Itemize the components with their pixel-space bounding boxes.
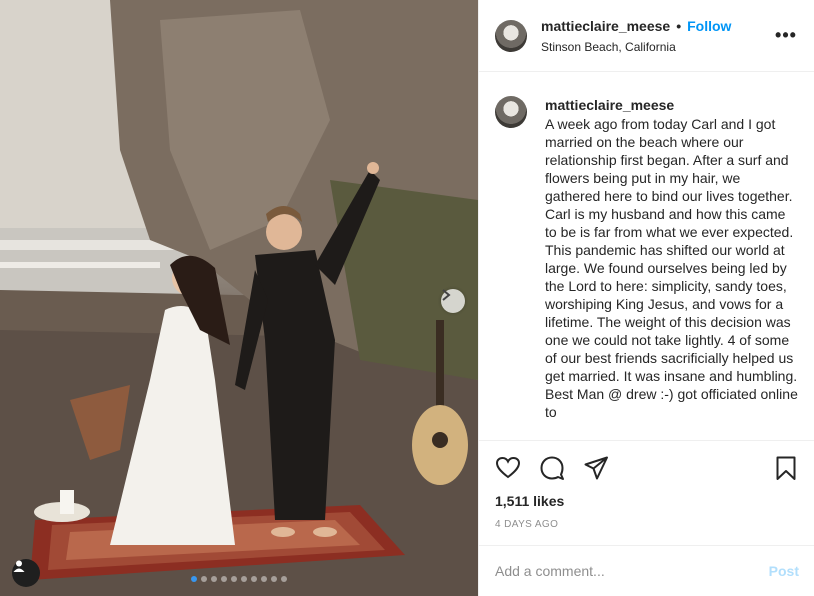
follow-button[interactable]: Follow [687, 18, 731, 34]
carousel-dot [241, 576, 247, 582]
caption: mattieclaire_meese A week ago from today… [545, 96, 798, 439]
post-actions: 1,511 likes 4 DAYS AGO [479, 440, 814, 530]
caption-username-link[interactable]: mattieclaire_meese [545, 96, 798, 114]
bookmark-icon[interactable] [773, 455, 799, 481]
carousel-dot [251, 576, 257, 582]
chevron-right-icon [442, 289, 451, 301]
wedding-photo-illustration [0, 0, 478, 596]
heart-icon[interactable] [495, 455, 521, 481]
post-comment-button[interactable]: Post [769, 563, 799, 579]
comments-section: mattieclaire_meese A week ago from today… [479, 72, 814, 439]
post-side-panel: mattieclaire_meese • Follow Stinson Beac… [478, 0, 814, 596]
comment-box: Post [479, 545, 814, 596]
action-icons-row [495, 455, 799, 481]
separator-dot: • [676, 17, 682, 34]
user-icon [13, 560, 25, 572]
caption-text: A week ago from today Carl and I got mar… [545, 116, 798, 420]
carousel-dot [191, 576, 197, 582]
avatar[interactable] [495, 19, 527, 52]
more-options-icon[interactable]: ••• [774, 25, 798, 46]
carousel-dot [201, 576, 207, 582]
post-photo[interactable] [0, 0, 478, 596]
carousel-dot [261, 576, 267, 582]
carousel-dot [211, 576, 217, 582]
carousel-indicator [0, 576, 478, 582]
comment-input[interactable] [495, 563, 769, 579]
post-timestamp[interactable]: 4 DAYS AGO [495, 519, 799, 530]
likes-count[interactable]: 1,511 likes [495, 493, 799, 509]
carousel-dot [231, 576, 237, 582]
carousel-dot [271, 576, 277, 582]
share-icon[interactable] [583, 455, 609, 481]
caption-avatar[interactable] [495, 96, 527, 128]
header-text: mattieclaire_meese • Follow Stinson Beac… [541, 18, 774, 54]
location-link[interactable]: Stinson Beach, California [541, 40, 774, 54]
comment-icon[interactable] [539, 455, 565, 481]
carousel-dot [281, 576, 287, 582]
next-photo-button[interactable] [441, 289, 465, 313]
carousel-dot [221, 576, 227, 582]
header-username-link[interactable]: mattieclaire_meese [541, 18, 670, 34]
post-header: mattieclaire_meese • Follow Stinson Beac… [479, 0, 814, 72]
tagged-users-button[interactable] [12, 559, 40, 587]
header-user-line: mattieclaire_meese • Follow [541, 18, 774, 34]
